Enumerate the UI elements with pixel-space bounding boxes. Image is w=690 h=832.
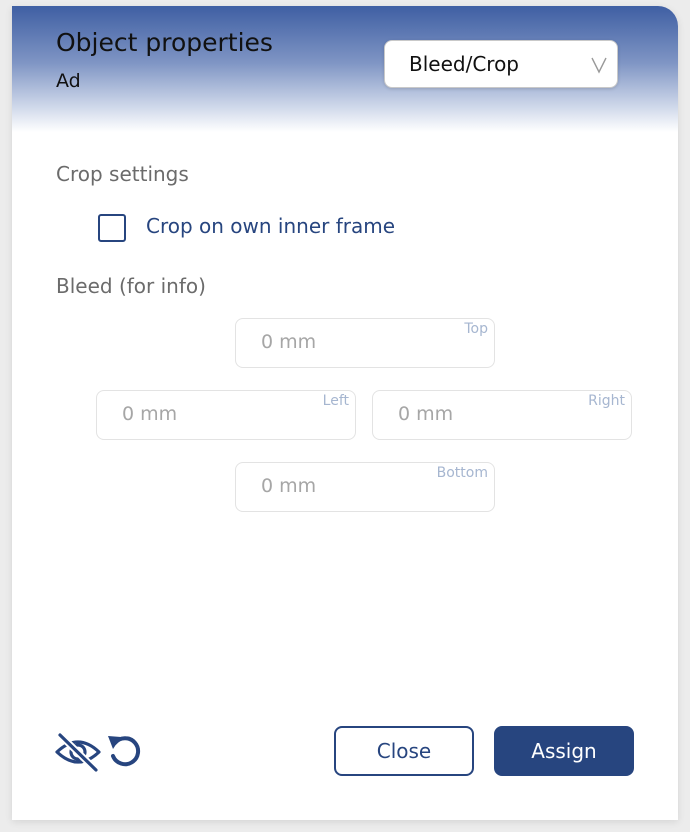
bleed-right-value: 0 mm	[398, 403, 454, 425]
bleed-right-tag: Right	[588, 393, 625, 409]
object-properties-panel: Object properties Ad Bleed/Crop Crop set…	[12, 6, 678, 820]
bleed-top-value: 0 mm	[261, 331, 317, 353]
reset-icon[interactable]	[106, 730, 146, 774]
bleed-left-tag: Left	[322, 393, 349, 409]
bleed-right-input[interactable]: 0 mm Right	[372, 390, 632, 440]
bleed-bottom-input[interactable]: 0 mm Bottom	[235, 462, 495, 512]
bleed-bottom-value: 0 mm	[261, 475, 317, 497]
close-button[interactable]: Close	[334, 726, 474, 776]
assign-button[interactable]: Assign	[494, 726, 634, 776]
chevron-down-icon	[591, 57, 607, 74]
eye-slash-icon[interactable]	[54, 730, 102, 774]
crop-inner-frame-checkbox[interactable]	[98, 214, 126, 242]
panel-header: Object properties Ad Bleed/Crop	[12, 6, 678, 132]
bleed-bottom-tag: Bottom	[436, 465, 488, 481]
bleed-top-input[interactable]: 0 mm Top	[235, 318, 495, 368]
view-select-value: Bleed/Crop	[409, 52, 519, 76]
view-select[interactable]: Bleed/Crop	[384, 40, 618, 88]
panel-subtitle: Ad	[56, 70, 81, 92]
crop-inner-frame-label[interactable]: Crop on own inner frame	[146, 214, 395, 238]
crop-settings-label: Crop settings	[56, 162, 189, 186]
bleed-left-input[interactable]: 0 mm Left	[96, 390, 356, 440]
bleed-top-tag: Top	[464, 321, 488, 337]
panel-title: Object properties	[56, 28, 273, 57]
bleed-left-value: 0 mm	[122, 403, 178, 425]
bleed-label: Bleed (for info)	[56, 274, 206, 298]
